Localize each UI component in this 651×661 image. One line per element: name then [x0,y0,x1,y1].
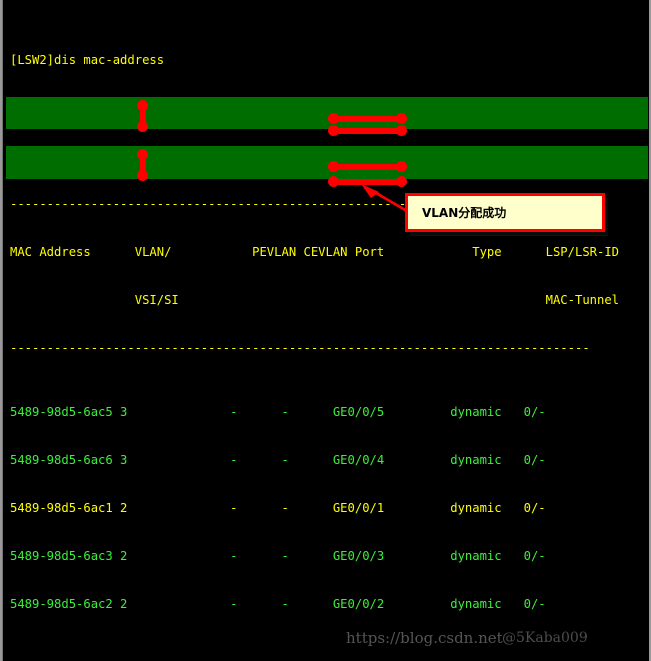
mac-table-header-row-2: VSI/SI MAC-Tunnel [10,293,620,307]
command-line-dis-mac-address: [LSW2]dis mac-address [10,53,165,67]
row-highlight-vlan2 [6,146,648,179]
callout-label: VLAN分配成功 [422,206,507,220]
table-row: 5489-98d5-6ac3 2 - - GE0/0/3 dynamic 0/- [10,549,546,563]
table-row: 5489-98d5-6ac1 2 - - GE0/0/1 dynamic 0/- [10,501,546,515]
row-highlight-vlan3 [6,97,648,129]
table-row: 5489-98d5-6ac2 2 - - GE0/0/2 dynamic 0/- [10,597,546,611]
separator-2: ----------------------------------------… [10,341,590,355]
callout-vlan-success: VLAN分配成功 [405,193,605,232]
table-row: 5489-98d5-6ac5 3 - - GE0/0/5 dynamic 0/- [10,405,546,419]
terminal-window: [LSW2]dis mac-address MAC address table … [0,0,651,661]
table-row: 5489-98d5-6ac6 3 - - GE0/0/4 dynamic 0/- [10,453,546,467]
mac-table-header-row-1: MAC Address VLAN/ PEVLAN CEVLAN Port Typ… [10,245,620,259]
